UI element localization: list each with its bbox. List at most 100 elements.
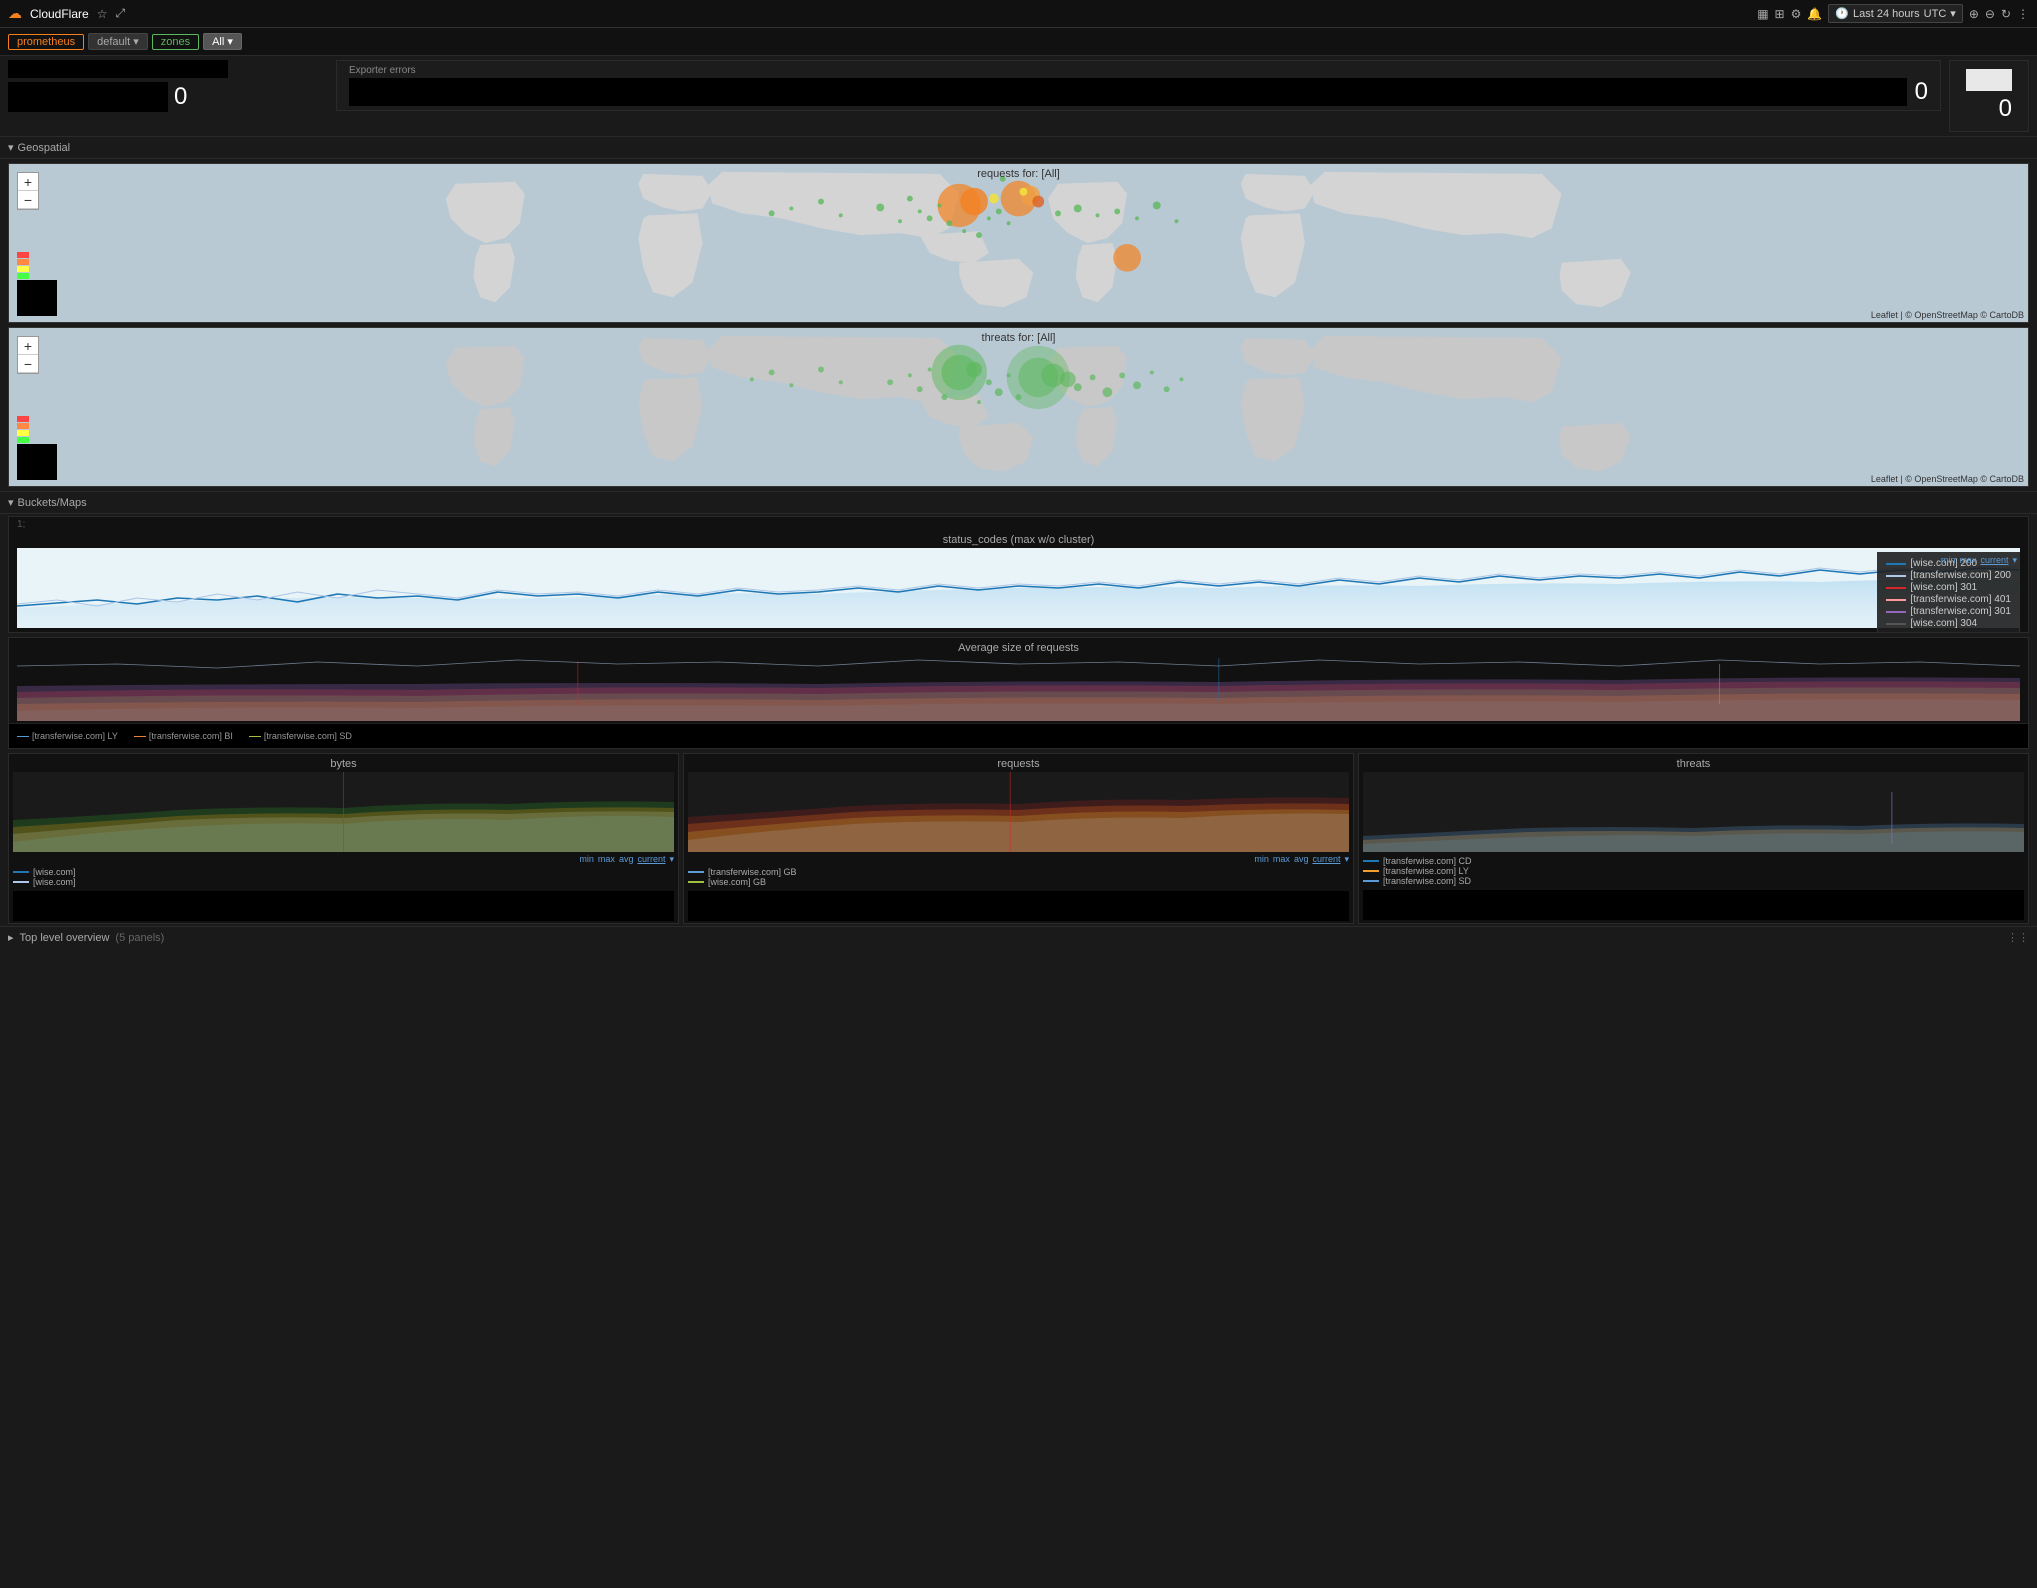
share-icon[interactable]: ⤢ — [115, 6, 125, 21]
left-stat-area: 0 — [8, 60, 328, 112]
star-icon[interactable]: ☆ — [97, 7, 108, 21]
legend-yellow — [17, 266, 29, 272]
threats-dash-2 — [1363, 880, 1379, 882]
avg-label-2: [transferwise.com] SD — [249, 726, 352, 746]
bar-chart-icon[interactable]: ▦ — [1757, 7, 1768, 21]
footer-section[interactable]: ▸ Top level overview (5 panels) ⋮⋮ — [0, 926, 2037, 948]
avg-size-chart-area — [17, 656, 2020, 721]
legend-green — [17, 273, 29, 279]
status-codes-svg — [17, 548, 2020, 628]
right-chart-gray — [1966, 69, 2012, 91]
legend-item-3: [transferwise.com] 401 — [1886, 594, 2011, 605]
map1-zoom-out[interactable]: − — [18, 191, 38, 209]
bytes-dash-1 — [13, 881, 29, 883]
bytes-bottom-black — [13, 891, 674, 921]
legend-color-5 — [1886, 623, 1906, 625]
requests-panel: requests min max avg current ▾ [transfer… — [683, 753, 1354, 924]
map1-zoom-in[interactable]: + — [18, 173, 38, 191]
bytes-current[interactable]: current — [637, 854, 665, 865]
topbar-right: ▦ ⊞ ⚙ 🔔 🕐 Last 24 hours UTC ▾ ⊕ ⊖ ↻ ⋮ — [1757, 4, 2029, 23]
tag-default[interactable]: default ▾ — [88, 33, 148, 50]
requests-avg[interactable]: avg — [1294, 854, 1309, 865]
threats-svg — [1363, 772, 2024, 852]
avg-size-title: Average size of requests — [9, 638, 2028, 656]
threats-dash-1 — [1363, 870, 1379, 872]
avg-size-svg — [17, 656, 2020, 721]
map2-zoom-in[interactable]: + — [18, 337, 38, 355]
footer-left: ▸ Top level overview (5 panels) — [8, 931, 164, 944]
refresh-icon[interactable]: ↻ — [2001, 7, 2011, 21]
map2-zoom-controls: + − — [17, 336, 39, 374]
requests-minmax: min max avg current ▾ — [684, 854, 1353, 865]
requests-min[interactable]: min — [1254, 854, 1269, 865]
bytes-label-1: [wise.com] — [13, 877, 674, 887]
threats-label-2: [transferwise.com] SD — [1363, 876, 2024, 886]
tag-zones[interactable]: zones — [152, 34, 199, 50]
legend-orange — [17, 259, 29, 265]
tagbar: prometheus default ▾ zones All ▾ — [0, 28, 2037, 56]
chevron-down-icon: ▾ — [227, 36, 233, 48]
app-title: CloudFlare — [30, 7, 89, 21]
legend-color-3 — [1886, 599, 1906, 601]
bytes-panel: bytes min max avg current ▾ [wise.com] — [8, 753, 679, 924]
zoom-out-icon[interactable]: ⊖ — [1985, 7, 1995, 21]
table-icon[interactable]: ⊞ — [1775, 7, 1785, 21]
geospatial-section-header[interactable]: ▾ Geospatial — [0, 136, 2037, 159]
requests-current[interactable]: current — [1312, 854, 1340, 865]
tag-all[interactable]: All ▾ — [203, 33, 242, 50]
bytes-title: bytes — [9, 754, 678, 772]
legend-item-2: [wise.com] 301 — [1886, 582, 2011, 593]
legend2-yellow — [17, 430, 29, 436]
bytes-minmax: min max avg current ▾ — [9, 854, 678, 865]
threats-label-0: [transferwise.com] CD — [1363, 856, 2024, 866]
min-label[interactable]: min — [1941, 555, 1956, 566]
menu-icon[interactable]: ⋮ — [2017, 7, 2029, 21]
requests-max[interactable]: max — [1273, 854, 1290, 865]
exporter-errors-panel: Exporter errors 0 — [336, 60, 1941, 111]
requests-chart — [688, 772, 1349, 852]
tag-prometheus[interactable]: prometheus — [8, 34, 84, 50]
legend2-black-box — [17, 444, 57, 480]
time-range-label: Last 24 hours — [1853, 8, 1920, 20]
max-label[interactable]: max — [1959, 555, 1976, 566]
app-icon: ☁ — [8, 5, 22, 22]
bytes-chevron: ▾ — [669, 854, 674, 865]
bell-icon[interactable]: 🔔 — [1807, 7, 1822, 21]
bytes-avg[interactable]: avg — [619, 854, 634, 865]
chart-min-max: min max current ▾ — [1941, 555, 2017, 566]
map1-attribution: Leaflet | © OpenStreetMap © CartoDB — [1871, 310, 2024, 320]
exporter-chart-redacted — [349, 78, 1907, 106]
legend-item-4: [transferwise.com] 301 — [1886, 606, 2011, 617]
threats-map: threats for: [All] + − — [8, 327, 2029, 487]
footer-label: Top level overview — [20, 932, 110, 944]
avg-dash-0 — [17, 736, 29, 737]
buckets-section-header[interactable]: ▾ Buckets/Maps — [0, 491, 2037, 514]
current-label[interactable]: current — [1980, 555, 2008, 566]
map2-zoom-out[interactable]: − — [18, 355, 38, 373]
avg-dash-1 — [134, 736, 146, 737]
topbar-left: ☁ CloudFlare ☆ ⤢ — [8, 5, 125, 22]
panel-id: 1; — [17, 519, 25, 530]
topbar: ☁ CloudFlare ☆ ⤢ ▦ ⊞ ⚙ 🔔 🕐 Last 24 hours… — [0, 0, 2037, 28]
avg-label-0: [transferwise.com] LY — [17, 726, 118, 746]
footer-menu-icon[interactable]: ⋮⋮ — [2007, 931, 2029, 944]
threats-label-1: [transferwise.com] LY — [1363, 866, 2024, 876]
map2-attribution: Leaflet | © OpenStreetMap © CartoDB — [1871, 474, 2024, 484]
three-panel-row: bytes min max avg current ▾ [wise.com] — [8, 753, 2029, 924]
bytes-labels: [wise.com] [wise.com] — [9, 865, 678, 889]
expand-icon: ▸ — [8, 931, 14, 944]
avg-label-1: [transferwise.com] BI — [134, 726, 233, 746]
requests-chevron: ▾ — [1344, 854, 1349, 865]
status-codes-chart-container: 1; status_codes (max w/o cluster) — [8, 516, 2029, 633]
gear-icon[interactable]: ⚙ — [1791, 7, 1802, 21]
map2-legend — [17, 416, 57, 480]
footer-panels-count: (5 panels) — [115, 932, 164, 944]
threats-chart — [1363, 772, 2024, 852]
threats-dash-0 — [1363, 860, 1379, 862]
zoom-in-icon[interactable]: ⊕ — [1969, 7, 1979, 21]
legend-color-4 — [1886, 611, 1906, 613]
bytes-max[interactable]: max — [598, 854, 615, 865]
collapse-icon: ▾ — [8, 141, 14, 154]
bytes-min[interactable]: min — [579, 854, 594, 865]
time-range-selector[interactable]: 🕐 Last 24 hours UTC ▾ — [1828, 4, 1963, 23]
